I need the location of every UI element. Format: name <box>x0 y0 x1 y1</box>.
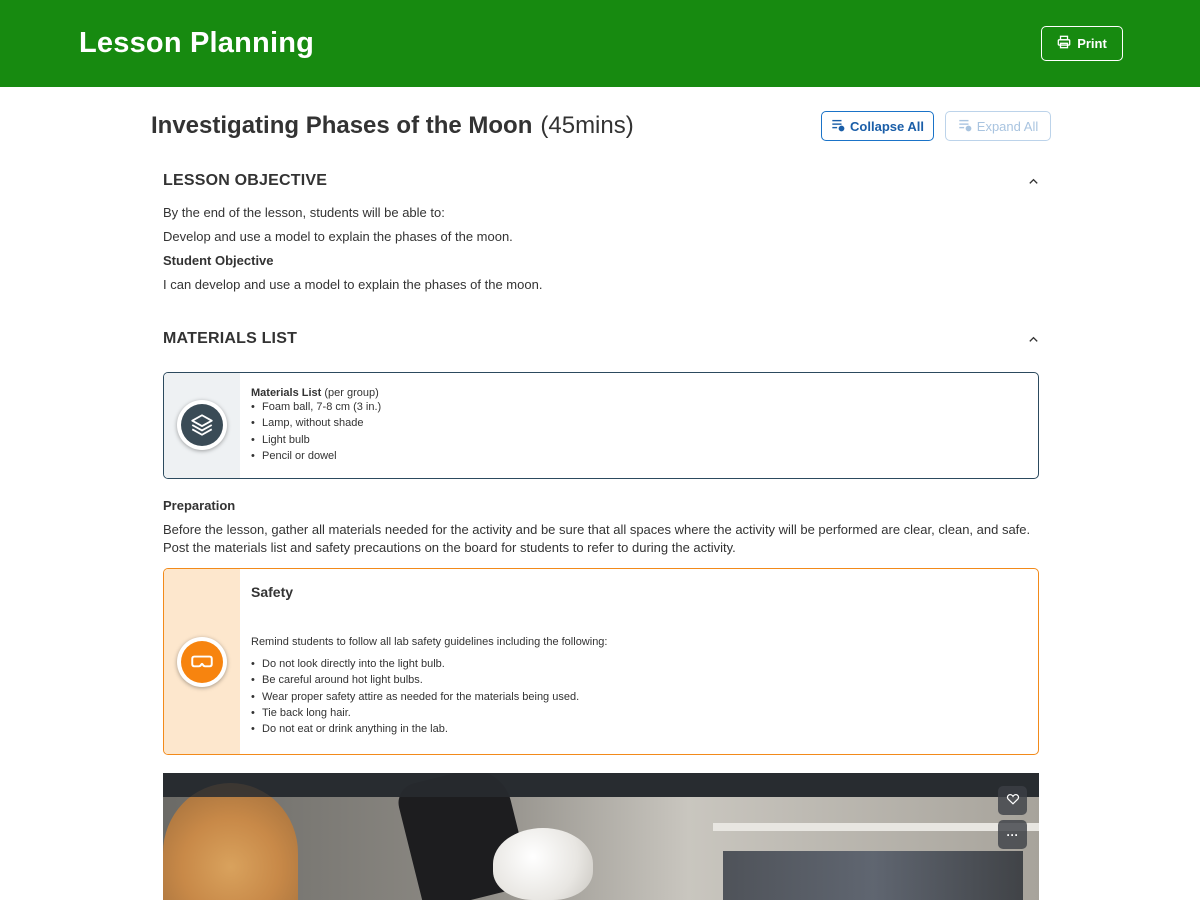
materials-card-title: Materials List (per group) <box>251 387 381 399</box>
list-item: Foam ball, 7-8 cm (3 in.) <box>251 399 381 416</box>
chevron-up-icon[interactable] <box>1027 175 1040 188</box>
page-title: Investigating Phases of the Moon (45mins) <box>151 112 634 140</box>
expand-list-icon <box>958 118 972 135</box>
safety-list: Do not look directly into the light bulb… <box>251 656 579 738</box>
student-objective-text: I can develop and use a model to explain… <box>163 277 543 292</box>
collapse-list-icon <box>831 118 845 135</box>
preparation-line: Post the materials list and safety preca… <box>163 540 736 555</box>
chevron-up-icon[interactable] <box>1027 333 1040 346</box>
print-button[interactable]: Print <box>1041 26 1123 61</box>
materials-card-title-suffix: (per group) <box>324 387 379 399</box>
video-top-bar <box>163 773 1039 797</box>
objective-heading: LESSON OBJECTIVE <box>163 172 328 189</box>
objective-intro: By the end of the lesson, students will … <box>163 205 445 220</box>
printer-icon <box>1057 35 1071 52</box>
expand-all-button[interactable]: Expand All <box>945 111 1051 141</box>
safety-badge <box>177 637 227 687</box>
lesson-video[interactable]: ··· <box>163 773 1039 900</box>
heart-icon <box>1006 792 1020 809</box>
materials-card-strip <box>164 373 240 478</box>
materials-badge <box>177 400 227 450</box>
list-item: Pencil or dowel <box>251 448 381 465</box>
list-item: Tie back long hair. <box>251 705 579 722</box>
collapse-all-label: Collapse All <box>850 118 924 134</box>
list-item: Do not eat or drink anything in the lab. <box>251 721 579 738</box>
list-item: Light bulb <box>251 432 381 449</box>
list-item: Do not look directly into the light bulb… <box>251 656 579 673</box>
video-light-bulb <box>493 828 593 900</box>
list-item: Lamp, without shade <box>251 415 381 432</box>
favorite-button[interactable] <box>998 786 1027 815</box>
preparation-line: Before the lesson, gather all materials … <box>163 522 1031 537</box>
collapse-all-button[interactable]: Collapse All <box>821 111 934 141</box>
materials-card-content: Materials List (per group) Foam ball, 7-… <box>251 387 381 464</box>
safety-intro: Remind students to follow all lab safety… <box>251 636 608 648</box>
list-item: Be careful around hot light bulbs. <box>251 672 579 689</box>
materials-list: Foam ball, 7-8 cm (3 in.) Lamp, without … <box>251 399 381 464</box>
materials-card-title-text: Materials List <box>251 387 322 399</box>
more-options-icon: ··· <box>1006 827 1019 842</box>
app-header: Lesson Planning Print <box>0 0 1200 87</box>
list-item: Wear proper safety attire as needed for … <box>251 689 579 706</box>
preparation-heading: Preparation <box>163 498 236 513</box>
safety-card-strip <box>164 569 240 754</box>
print-label: Print <box>1077 36 1107 51</box>
more-options-button[interactable]: ··· <box>998 820 1027 849</box>
layers-icon <box>181 404 223 446</box>
app-title: Lesson Planning <box>79 27 315 59</box>
expand-all-label: Expand All <box>976 118 1039 134</box>
lesson-title: Investigating Phases of the Moon <box>151 112 533 139</box>
video-shelf <box>713 823 1039 831</box>
video-shelf-items <box>723 851 1023 900</box>
materials-card: Materials List (per group) Foam ball, 7-… <box>163 372 1039 479</box>
objective-text: Develop and use a model to explain the p… <box>163 229 513 244</box>
student-objective-heading: Student Objective <box>163 253 274 268</box>
safety-title: Safety <box>251 584 294 600</box>
materials-heading: MATERIALS LIST <box>163 330 298 347</box>
safety-card: Safety Remind students to follow all lab… <box>163 568 1039 755</box>
lesson-duration: (45mins) <box>540 112 634 139</box>
safety-goggles-icon <box>181 641 223 683</box>
